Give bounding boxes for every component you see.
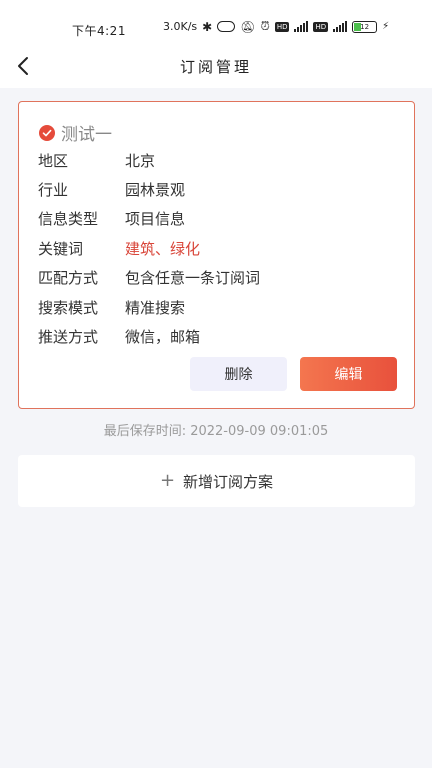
field-value: 园林景观 xyxy=(125,180,186,199)
field-label: 关键词 xyxy=(38,239,84,258)
field-value: 北京 xyxy=(125,151,156,170)
mute-icon: 🔕︎ xyxy=(240,19,256,34)
delete-button[interactable]: 删除 xyxy=(190,357,287,391)
subscription-card[interactable]: 测试一 地区 北京 行业 园林景观 信息类型 项目信息 关键词 建筑、绿化 匹配… xyxy=(18,101,415,409)
alarm-icon: ⏰︎ xyxy=(260,19,270,33)
add-plan-label: 新增订阅方案 xyxy=(183,472,274,491)
status-bar: 下午4:21 3.0K/s ✱ 🔕︎ ⏰︎ HD HD 12 ⚡︎ xyxy=(0,0,432,44)
field-row-search-mode: 搜索模式 精准搜索 xyxy=(38,296,185,318)
last-saved-time: 最后保存时间: 2022-09-09 09:01:05 xyxy=(103,424,329,439)
plus-icon: + xyxy=(159,470,176,491)
field-row-info-type: 信息类型 项目信息 xyxy=(38,207,185,229)
field-value: 微信，邮箱 xyxy=(125,327,201,346)
battery-level: 12 xyxy=(360,22,370,31)
status-time: 下午4:21 xyxy=(72,24,126,38)
status-icons: 3.0K/s ✱ 🔕︎ ⏰︎ HD HD 12 ⚡︎ xyxy=(163,19,389,34)
field-value: 包含任意一条订阅词 xyxy=(125,268,261,287)
field-label: 推送方式 xyxy=(38,327,99,346)
field-row-push-method: 推送方式 微信，邮箱 xyxy=(38,325,200,347)
field-label: 信息类型 xyxy=(38,209,99,228)
card-header: 测试一 xyxy=(39,120,112,145)
field-value-keywords: 建筑、绿化 xyxy=(125,239,201,258)
field-label: 地区 xyxy=(38,151,69,170)
field-row-region: 地区 北京 xyxy=(38,149,155,171)
check-circle-icon xyxy=(39,124,55,141)
field-label: 行业 xyxy=(38,180,69,199)
field-value: 精准搜索 xyxy=(125,298,186,317)
nav-bar: 订阅管理 xyxy=(0,44,432,88)
hd-icon-2: HD xyxy=(313,21,329,32)
field-row-keywords: 关键词 建筑、绿化 xyxy=(38,237,200,259)
add-subscription-plan-button[interactable]: + 新增订阅方案 xyxy=(18,455,415,507)
bluetooth-icon: ✱ xyxy=(202,19,213,34)
signal-icon xyxy=(294,21,309,32)
hd-icon: HD xyxy=(274,21,290,32)
network-speed: 3.0K/s xyxy=(163,20,198,33)
field-row-industry: 行业 园林景观 xyxy=(38,178,185,200)
battery-icon: 12 xyxy=(352,20,378,33)
signal-icon-2 xyxy=(333,21,348,32)
toggle-icon xyxy=(217,21,236,32)
edit-button[interactable]: 编辑 xyxy=(300,357,397,391)
charging-icon: ⚡︎ xyxy=(382,21,390,32)
field-label: 匹配方式 xyxy=(38,268,99,287)
page-title: 订阅管理 xyxy=(179,58,252,76)
field-row-match-mode: 匹配方式 包含任意一条订阅词 xyxy=(38,266,260,288)
field-label: 搜索模式 xyxy=(38,298,99,317)
field-value: 项目信息 xyxy=(125,209,186,228)
subscription-name: 测试一 xyxy=(61,125,112,145)
